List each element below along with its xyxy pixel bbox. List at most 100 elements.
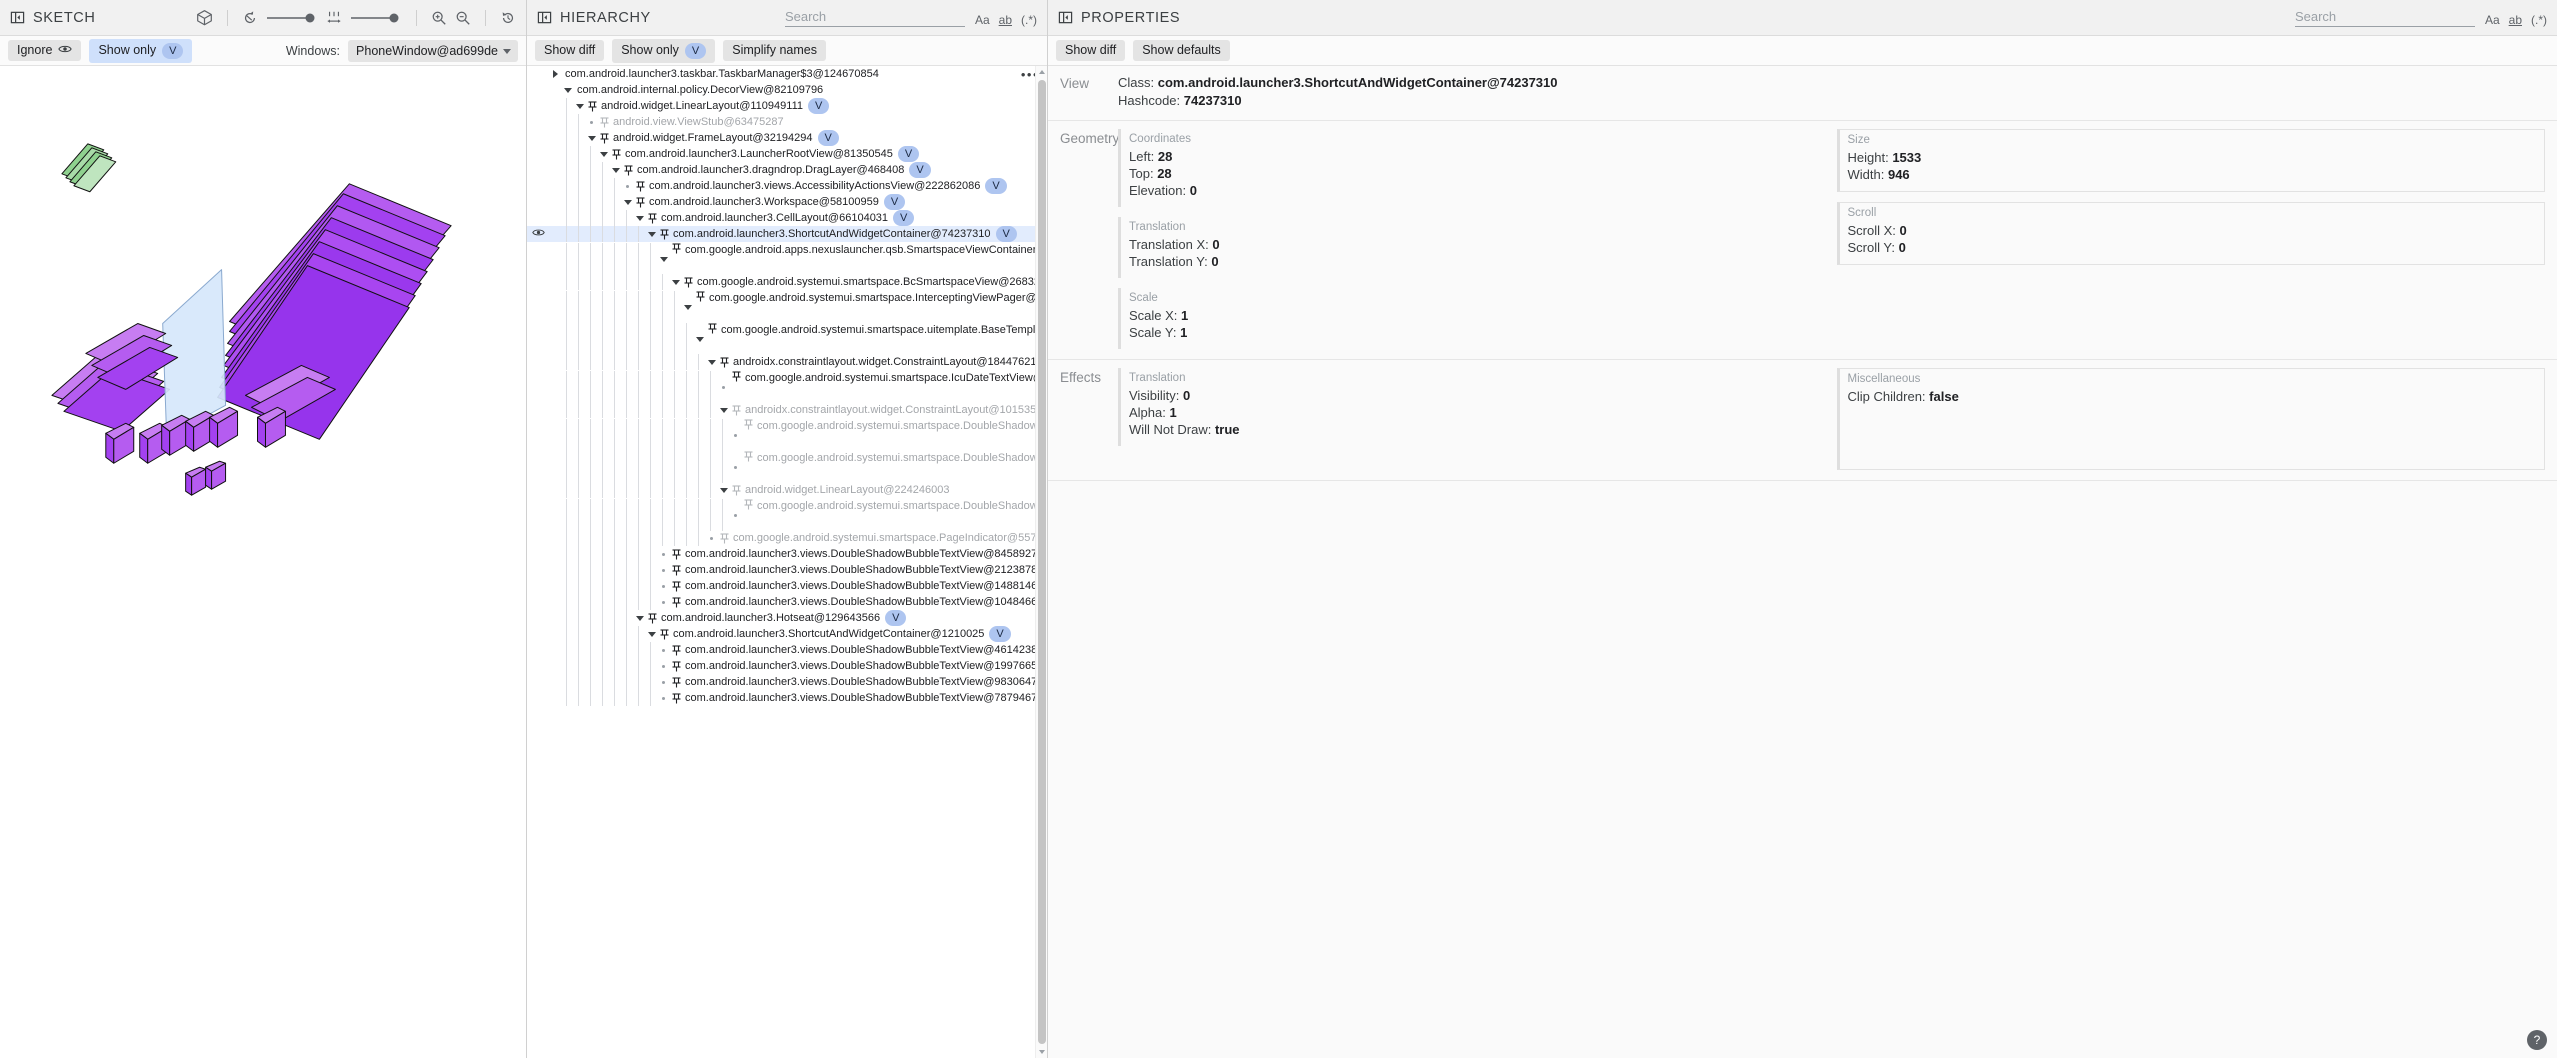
chevron-down-icon[interactable] xyxy=(609,162,622,178)
regex-icon[interactable]: (.*) xyxy=(2531,13,2547,27)
tree-row[interactable]: com.android.launcher3.views.DoubleShadow… xyxy=(527,674,1047,690)
tree-row[interactable]: com.google.android.systemui.smartspace.P… xyxy=(527,530,1047,546)
tree-row[interactable]: com.google.android.systemui.smartspace.D… xyxy=(527,450,1047,482)
tree-row[interactable]: android.widget.LinearLayout@110949111V xyxy=(527,98,1047,114)
tree-row[interactable]: com.android.launcher3.views.DoubleShadow… xyxy=(527,690,1047,706)
chevron-down-icon[interactable] xyxy=(585,130,598,146)
tree-row[interactable]: com.android.launcher3.views.DoubleShadow… xyxy=(527,658,1047,674)
tree-row[interactable]: com.android.launcher3.views.DoubleShadow… xyxy=(527,562,1047,578)
kv-top-key: Top: xyxy=(1129,166,1154,181)
hierarchy-scroll-thumb[interactable] xyxy=(1038,80,1046,1044)
chevron-down-icon[interactable] xyxy=(693,323,706,355)
properties-search-box[interactable] xyxy=(2295,9,2475,27)
tree-row[interactable]: com.android.launcher3.taskbar.TaskbarMan… xyxy=(527,66,1047,82)
chevron-down-icon[interactable] xyxy=(681,291,694,323)
window-select[interactable]: PhoneWindow@ad699de xyxy=(348,40,518,62)
whole-word-icon[interactable]: ab xyxy=(999,13,1012,27)
match-case-icon[interactable]: Aa xyxy=(975,13,990,27)
tree-node-label: androidx.constraintlayout.widget.Constra… xyxy=(745,404,1047,416)
tree-row[interactable]: com.android.launcher3.views.Accessibilit… xyxy=(527,178,1047,194)
tree-row[interactable]: com.google.android.systemui.smartspace.D… xyxy=(527,418,1047,450)
ignore-button[interactable]: Ignore xyxy=(8,40,81,61)
panel-collapse-icon[interactable] xyxy=(537,10,552,25)
tree-row[interactable]: com.android.launcher3.dragndrop.DragLaye… xyxy=(527,162,1047,178)
simplify-names-button[interactable]: Simplify names xyxy=(723,40,826,61)
rotate-icon[interactable] xyxy=(242,10,258,26)
show-diff-button[interactable]: Show diff xyxy=(1056,40,1125,61)
scroll-up-arrow[interactable] xyxy=(1036,66,1047,78)
tree-indent-guides xyxy=(527,642,657,658)
tree-row[interactable]: com.android.launcher3.CellLayout@6610403… xyxy=(527,210,1047,226)
regex-icon[interactable]: (.*) xyxy=(1021,13,1037,27)
chevron-down-icon[interactable] xyxy=(705,354,718,370)
hierarchy-tree-rows[interactable]: com.android.launcher3.taskbar.TaskbarMan… xyxy=(527,66,1047,1058)
panel-collapse-icon[interactable] xyxy=(1058,10,1073,25)
properties-content: View Class: com.android.launcher3.Shortc… xyxy=(1048,66,2557,1058)
tree-row[interactable]: androidx.constraintlayout.widget.Constra… xyxy=(527,354,1047,370)
tree-row[interactable]: com.android.launcher3.views.DoubleShadow… xyxy=(527,594,1047,610)
tree-row[interactable]: android.widget.LinearLayout@224246003 xyxy=(527,482,1047,498)
tree-row[interactable]: androidx.constraintlayout.widget.Constra… xyxy=(527,402,1047,418)
match-case-icon[interactable]: Aa xyxy=(2485,13,2500,27)
chevron-down-icon[interactable] xyxy=(717,402,730,418)
hierarchy-search-input[interactable] xyxy=(785,9,965,24)
tree-row[interactable]: android.widget.FrameLayout@32194294V xyxy=(527,130,1047,146)
hierarchy-search-tools: Aa ab (.*) xyxy=(975,13,1037,27)
cube-3d-icon[interactable] xyxy=(196,9,213,26)
help-circle-icon[interactable]: ? xyxy=(2527,1030,2547,1050)
hierarchy-tree[interactable]: com.android.launcher3.taskbar.TaskbarMan… xyxy=(527,66,1047,1058)
zoom-in-icon[interactable] xyxy=(431,10,447,26)
tree-row[interactable]: com.android.launcher3.Workspace@58100959… xyxy=(527,194,1047,210)
hierarchy-search-box[interactable] xyxy=(785,9,965,27)
tree-indent-guides xyxy=(527,610,633,626)
tree-row[interactable]: com.android.launcher3.views.DoubleShadow… xyxy=(527,642,1047,658)
ignore-label: Ignore xyxy=(17,44,52,57)
chevron-down-icon[interactable] xyxy=(645,226,658,242)
chevron-down-icon[interactable] xyxy=(597,146,610,162)
spacing-slider[interactable] xyxy=(350,10,402,26)
tree-row[interactable]: com.android.launcher3.views.DoubleShadow… xyxy=(527,578,1047,594)
tree-row[interactable]: com.google.android.systemui.smartspace.D… xyxy=(527,498,1047,530)
show-defaults-button[interactable]: Show defaults xyxy=(1133,40,1230,61)
rotation-slider[interactable] xyxy=(266,10,318,26)
whole-word-icon[interactable]: ab xyxy=(2509,13,2522,27)
chevron-down-icon[interactable] xyxy=(633,210,646,226)
tree-row[interactable]: com.google.android.systemui.smartspace.B… xyxy=(527,274,1047,290)
show-only-button[interactable]: Show only V xyxy=(89,39,192,63)
chevron-down-icon[interactable] xyxy=(669,274,682,290)
tree-row[interactable]: com.android.launcher3.views.DoubleShadow… xyxy=(527,546,1047,562)
tree-row[interactable]: com.google.android.systemui.smartspace.u… xyxy=(527,322,1047,354)
tree-row[interactable]: com.android.launcher3.Hotseat@129643566V xyxy=(527,610,1047,626)
layer-spacing-icon[interactable] xyxy=(326,10,342,26)
tree-row[interactable]: com.google.android.apps.nexuslauncher.qs… xyxy=(527,242,1047,274)
properties-search-input[interactable] xyxy=(2295,9,2475,24)
chevron-down-icon[interactable] xyxy=(633,610,646,626)
reset-history-icon[interactable] xyxy=(500,10,516,26)
view-node-icon xyxy=(670,693,682,704)
show-defaults-label: Show defaults xyxy=(1142,44,1221,57)
tree-row[interactable]: com.google.android.systemui.smartspace.I… xyxy=(527,370,1047,402)
tree-row[interactable]: android.view.ViewStub@63475287 xyxy=(527,114,1047,130)
zoom-out-icon[interactable] xyxy=(455,10,471,26)
chevron-down-icon[interactable] xyxy=(657,243,670,275)
show-diff-button[interactable]: Show diff xyxy=(535,40,604,61)
tree-row[interactable]: com.android.launcher3.ShortcutAndWidgetC… xyxy=(527,626,1047,642)
tree-row-selected[interactable]: com.android.launcher3.ShortcutAndWidgetC… xyxy=(527,226,1047,242)
eye-icon[interactable] xyxy=(532,228,545,240)
sketch-canvas[interactable] xyxy=(0,66,526,1058)
scroll-down-arrow[interactable] xyxy=(1036,1046,1047,1058)
panel-collapse-icon[interactable] xyxy=(10,10,25,25)
chevron-down-icon[interactable] xyxy=(645,626,658,642)
chevron-right-icon[interactable] xyxy=(549,66,562,82)
tree-row[interactable]: com.google.android.systemui.smartspace.I… xyxy=(527,290,1047,322)
chevron-down-icon[interactable] xyxy=(573,98,586,114)
toolbar-divider-3 xyxy=(485,10,486,26)
chevron-down-icon[interactable] xyxy=(717,482,730,498)
tree-row[interactable]: com.android.launcher3.LauncherRootView@8… xyxy=(527,146,1047,162)
kv-visibility-value: 0 xyxy=(1183,388,1190,403)
show-only-button[interactable]: Show only V xyxy=(612,39,715,63)
chevron-down-icon[interactable] xyxy=(561,82,574,98)
chevron-down-icon[interactable] xyxy=(621,194,634,210)
hierarchy-scrollbar[interactable] xyxy=(1035,66,1047,1058)
tree-row[interactable]: com.android.internal.policy.DecorView@82… xyxy=(527,82,1047,98)
